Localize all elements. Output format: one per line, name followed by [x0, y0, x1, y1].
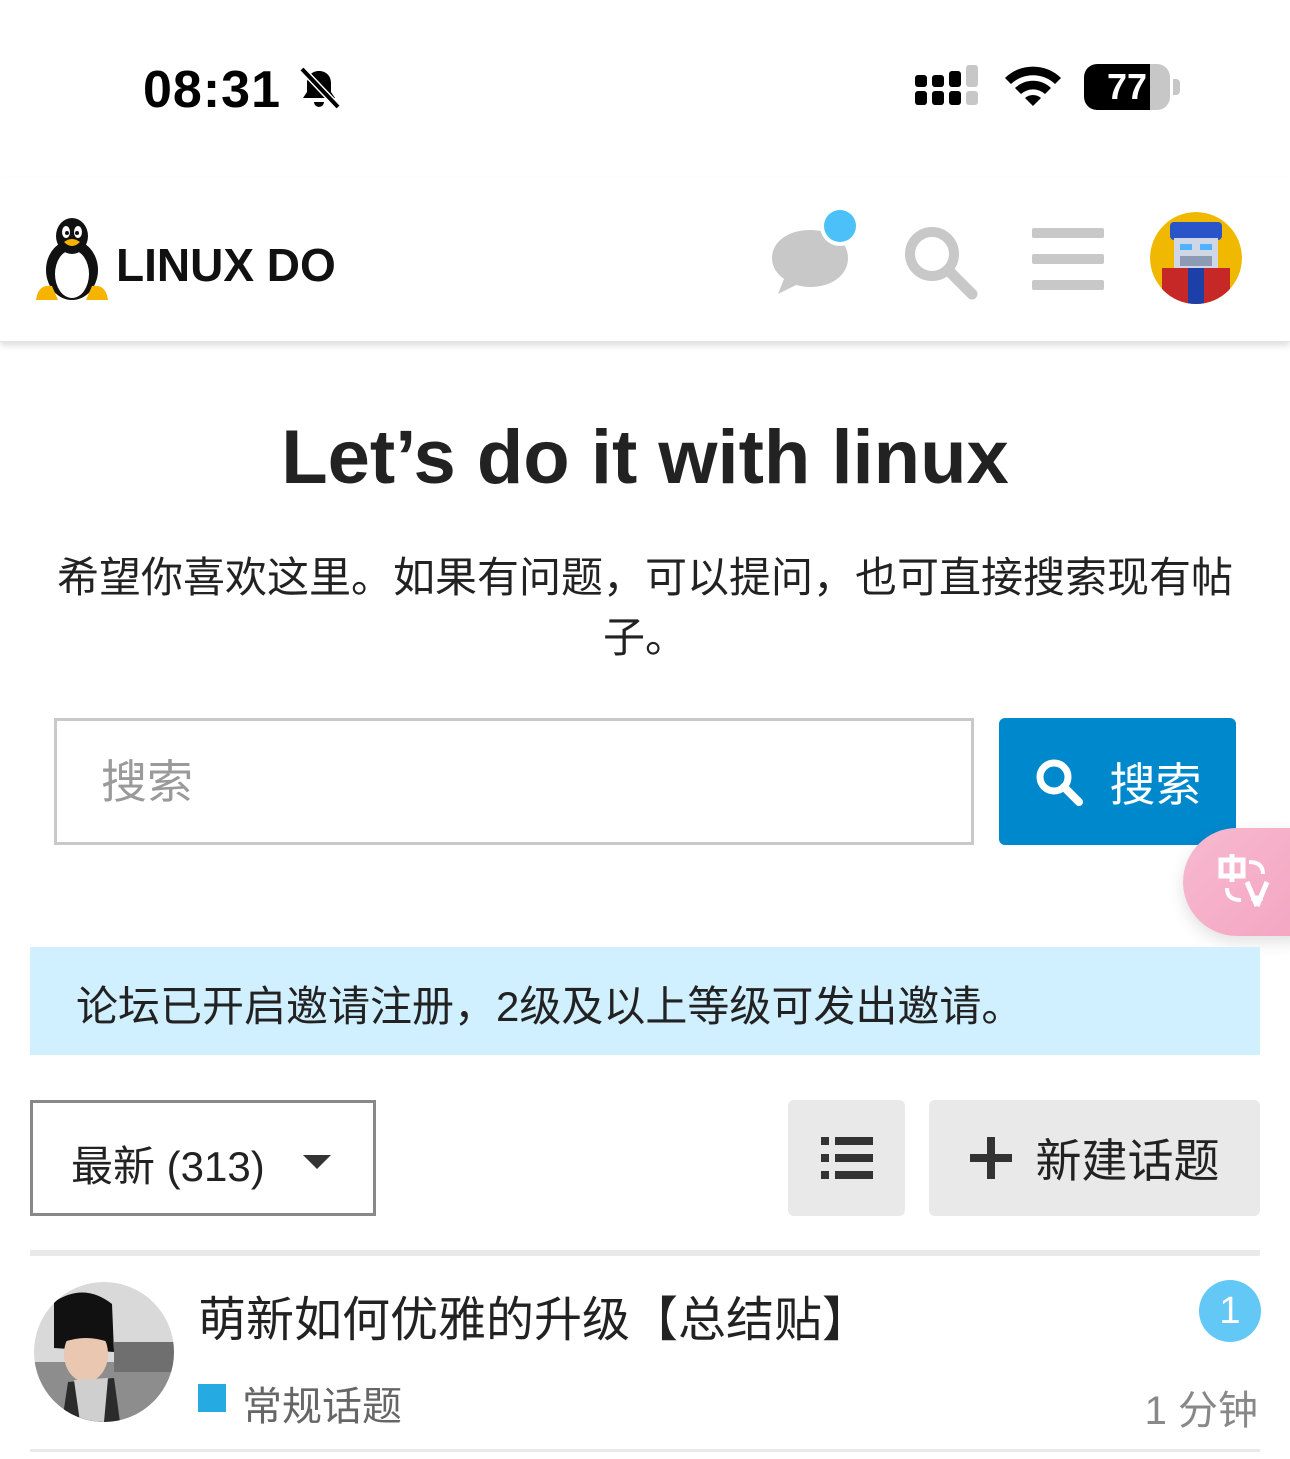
list-view-toggle-button[interactable]	[788, 1100, 905, 1216]
topic-row[interactable]: 萌新如何优雅的升级【总结贴】 常规话题 1 1 分钟	[30, 1256, 1261, 1452]
search-input[interactable]	[54, 718, 974, 845]
translate-icon	[1218, 854, 1270, 907]
category-label[interactable]: 常规话题	[242, 1374, 402, 1432]
search-button-label: 搜索	[1109, 758, 1202, 811]
chat-bubble-icon[interactable]	[768, 208, 864, 298]
announcement-banner: 论坛已开启邀请注册，2级及以上等级可发出邀请。	[30, 947, 1260, 1055]
new-topic-label: 新建话题	[1035, 1135, 1220, 1187]
list-divider	[30, 1449, 1260, 1452]
battery-body: 77	[1084, 64, 1170, 110]
topic-age[interactable]: 1 分钟	[1145, 1378, 1258, 1436]
topic-filter-dropdown[interactable]: 最新 (313)	[30, 1100, 376, 1216]
plus-icon	[969, 1137, 1012, 1179]
filter-label: 最新 (313)	[71, 1143, 265, 1190]
battery-indicator: 77	[1084, 64, 1180, 110]
avatar-image	[1150, 212, 1242, 304]
bell-muted-icon	[299, 66, 341, 110]
hero-subtitle: 希望你喜欢这里。如果有问题，可以提问，也可直接搜索现有帖子。	[56, 554, 1233, 661]
category-color-square	[198, 1384, 226, 1412]
wifi-icon	[1005, 66, 1061, 106]
translate-button[interactable]	[1183, 828, 1290, 936]
logo-text: LINUX DO	[116, 239, 336, 291]
status-bar: 08:31 77	[0, 0, 1290, 170]
search-icon[interactable]	[898, 222, 982, 302]
new-topic-button[interactable]: 新建话题	[929, 1100, 1260, 1216]
avatar-image	[34, 1282, 174, 1422]
chevron-down-icon	[303, 1155, 331, 1169]
list-icon	[821, 1137, 873, 1179]
search-icon	[1036, 759, 1083, 806]
battery-level: 77	[1106, 66, 1148, 107]
status-time: 08:31	[143, 61, 281, 119]
hamburger-menu-icon[interactable]	[1032, 228, 1104, 290]
reply-count-badge[interactable]: 1	[1199, 1280, 1261, 1342]
penguin-icon	[36, 218, 108, 300]
unread-dot	[824, 210, 856, 242]
battery-cap	[1173, 79, 1180, 95]
search-button[interactable]: 搜索	[999, 718, 1236, 845]
topic-author-avatar[interactable]	[34, 1282, 174, 1422]
site-header: LINUX DO	[0, 178, 1290, 342]
topic-title[interactable]: 萌新如何优雅的升级【总结贴】	[198, 1280, 870, 1350]
cellular-signal-icon	[915, 65, 978, 105]
hero-title: Let’s do it with linux	[281, 415, 1009, 500]
banner-text: 论坛已开启邀请注册，2级及以上等级可发出邀请。	[76, 983, 1024, 1030]
user-avatar[interactable]	[1150, 212, 1242, 304]
